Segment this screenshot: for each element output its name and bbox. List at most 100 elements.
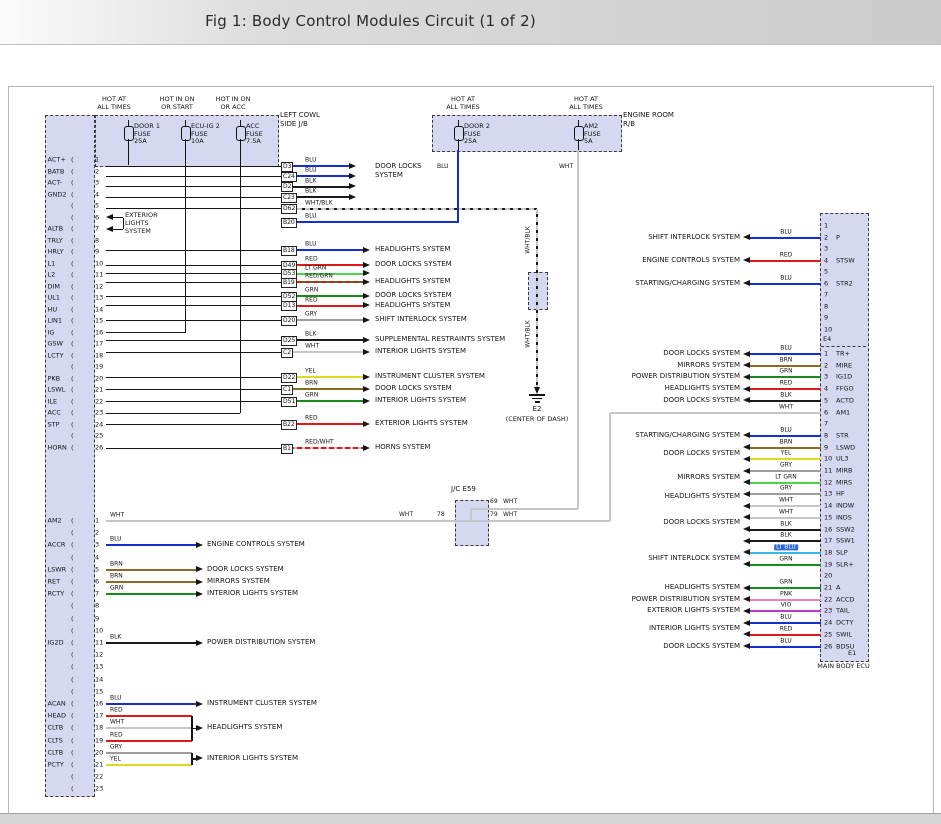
- system-label: DOOR LOCKS SYSTEM: [375, 292, 452, 300]
- arrow-left: [743, 585, 750, 591]
- pin-bracket: [71, 168, 74, 176]
- pin-label: DIM: [48, 283, 61, 290]
- pin-bracket: [71, 386, 74, 394]
- system-label: ENGINE CONTROLS SYSTEM: [642, 257, 740, 265]
- block-name: R/B: [623, 121, 635, 129]
- pin-number: 13: [95, 294, 103, 301]
- pin-number: 9: [824, 314, 828, 321]
- wire-color-label: WHT: [503, 499, 517, 506]
- wire-color-label: BLU: [437, 164, 449, 171]
- pin-label: STP: [48, 421, 60, 428]
- power-label: ALL TIMES: [446, 104, 479, 111]
- arrow-left: [743, 444, 750, 450]
- system-label: INTERIOR LIGHTS SYSTEM: [375, 397, 466, 405]
- power-label: OR START: [161, 104, 193, 111]
- fuse-lead: [458, 139, 459, 150]
- system-label: SHIFT INTERLOCK SYSTEM: [648, 234, 740, 242]
- wire: [750, 646, 821, 648]
- pin-label: HEAD: [48, 713, 66, 720]
- ground-symbol-bar: [535, 401, 540, 403]
- pin-number: 2: [824, 362, 828, 369]
- system-label: HEADLIGHTS SYSTEM: [375, 278, 450, 286]
- pin-number: 10: [95, 260, 103, 267]
- wire: [487, 520, 610, 522]
- pin-number: 26: [95, 444, 103, 451]
- pin-number: 20: [95, 375, 103, 382]
- ground-symbol-bar: [529, 394, 545, 396]
- mesh-line: [106, 176, 281, 177]
- wire-color-label: RED: [305, 256, 318, 263]
- wire: [750, 365, 821, 367]
- pin-number: 14: [95, 676, 103, 683]
- connector-pin-id: B20: [281, 218, 297, 228]
- pin-number: 15: [95, 688, 103, 695]
- wire: [106, 581, 196, 583]
- pin-number: 19: [824, 561, 832, 568]
- pin-number: 25: [95, 432, 103, 439]
- arrow-right: [363, 349, 370, 355]
- system-label: INSTRUMENT CLUSTER SYSTEM: [207, 700, 317, 708]
- pin-label: PKB: [48, 375, 61, 382]
- system-label: DOOR LOCKS SYSTEM: [375, 261, 452, 269]
- pin-number: 79: [490, 512, 498, 519]
- pin-bracket: [71, 352, 74, 360]
- pin-name: TR+: [836, 350, 850, 357]
- pin-bracket: [71, 749, 74, 757]
- wire-color-label: BLK: [110, 634, 121, 641]
- pin-bracket: [71, 306, 74, 314]
- system-label: SHIFT INTERLOCK SYSTEM: [375, 316, 467, 324]
- junction-connector-box: [528, 272, 548, 310]
- mesh-line: [106, 250, 281, 251]
- wire-color-label: BLK: [780, 533, 791, 540]
- block-name: SIDE J/B: [280, 121, 308, 129]
- pin-bracket: [71, 237, 74, 245]
- pin-number: 5: [95, 202, 99, 209]
- pin-name: UL3: [836, 456, 849, 463]
- system-label: ENGINE CONTROLS SYSTEM: [207, 542, 305, 550]
- wire: [281, 221, 459, 223]
- system-label: HEADLIGHTS SYSTEM: [665, 584, 740, 592]
- arrow-left: [743, 491, 750, 497]
- pin-number: 21: [95, 761, 103, 768]
- pin-number: 2: [95, 168, 99, 175]
- pin-number: 13: [95, 664, 103, 671]
- wire-color-label: WHT: [779, 498, 793, 505]
- system-label: HEADLIGHTS SYSTEM: [207, 725, 282, 733]
- wire-color-label: WHT: [110, 720, 124, 727]
- fuse-symbol: [236, 126, 246, 141]
- wire: [750, 260, 821, 262]
- pin-label: L1: [48, 260, 56, 267]
- wire-color-label: YEL: [305, 368, 316, 375]
- pin-number: 12: [95, 283, 103, 290]
- pin-bracket: [71, 179, 74, 187]
- pin-name: DCTY: [836, 620, 854, 627]
- ground-symbol-bar: [532, 398, 542, 400]
- connector-id: E1: [848, 650, 856, 657]
- arrow-right: [349, 163, 356, 169]
- wire-color-label: GRY: [780, 486, 792, 493]
- wire-color-label: BRN: [780, 357, 793, 364]
- pin-bracket: [71, 615, 74, 623]
- pin-bracket: [71, 363, 74, 371]
- fuse-symbol: [574, 126, 584, 141]
- arrow-left: [743, 362, 750, 368]
- pin-bracket: [71, 590, 74, 598]
- mesh-line: [106, 296, 281, 297]
- fuse-symbol: [124, 126, 134, 141]
- pin-bracket: [71, 409, 74, 417]
- pin-number: 21: [95, 386, 103, 393]
- system-label: DOOR LOCKS SYSTEM: [663, 350, 740, 358]
- pin-label: TRLY: [48, 237, 63, 244]
- arrow-left: [743, 514, 750, 520]
- wire: [106, 642, 196, 644]
- pin-label: CLTB: [48, 725, 64, 732]
- wire-color-label: RED: [780, 626, 793, 633]
- arrow-left: [743, 374, 750, 380]
- connector-pin-id: D13: [281, 301, 297, 311]
- pin-bracket: [71, 700, 74, 708]
- pin-name: STR2: [836, 280, 853, 287]
- pin-bracket: [71, 156, 74, 164]
- pin-name: MIRE: [836, 362, 852, 369]
- arrow-right: [363, 279, 370, 285]
- wire-color-label: LT GRN: [775, 474, 796, 481]
